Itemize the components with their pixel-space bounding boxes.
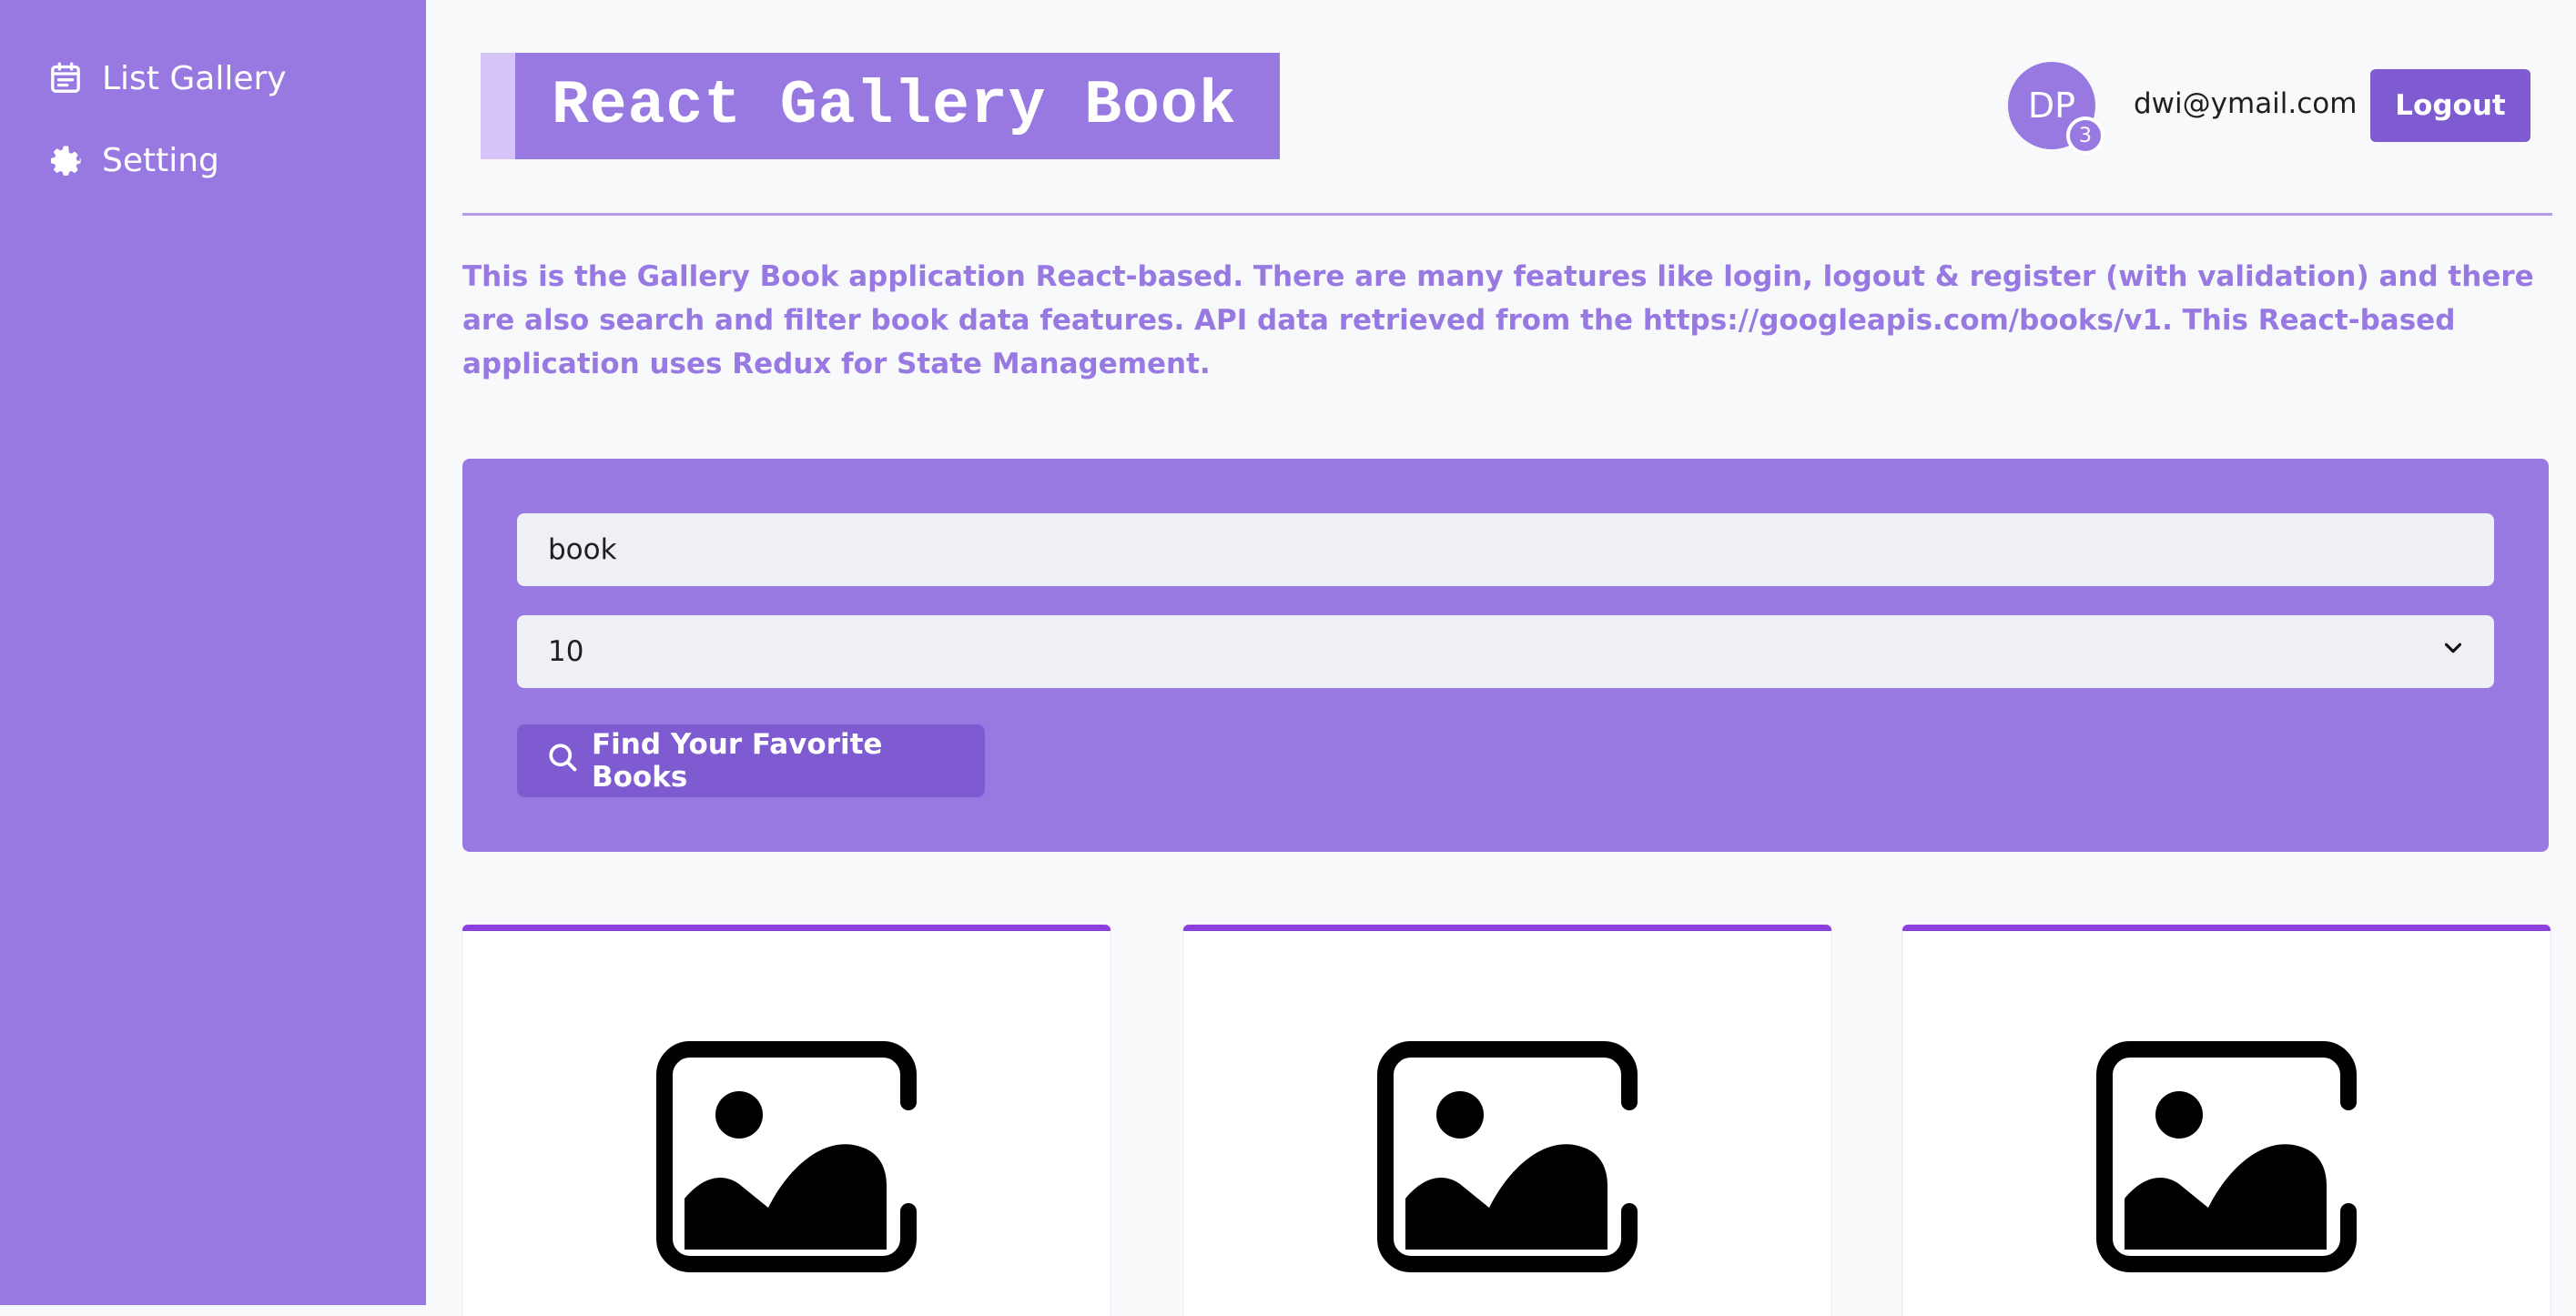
logout-button[interactable]: Logout bbox=[2370, 69, 2530, 142]
results-per-page-select[interactable]: 10 bbox=[517, 615, 2494, 688]
gear-icon bbox=[46, 140, 86, 180]
sidebar: List Gallery Setting bbox=[0, 0, 426, 1305]
book-card[interactable] bbox=[1183, 925, 1831, 1316]
header-divider bbox=[462, 213, 2552, 216]
app-description: This is the Gallery Book application Rea… bbox=[462, 260, 2534, 380]
search-icon bbox=[546, 741, 592, 781]
notification-badge: 3 bbox=[2066, 116, 2104, 155]
chevron-down-icon bbox=[2439, 634, 2467, 669]
page-title-banner: React Gallery Book bbox=[481, 53, 1280, 159]
image-placeholder-icon bbox=[654, 1038, 919, 1275]
main-content: React Gallery Book DP 3 dwi@ymail.com Lo… bbox=[426, 0, 2576, 1316]
find-books-button[interactable]: Find Your Favorite Books bbox=[517, 724, 985, 797]
image-placeholder-icon bbox=[1374, 1038, 1640, 1275]
select-value: 10 bbox=[548, 635, 584, 668]
sidebar-item-label: Setting bbox=[102, 141, 219, 179]
book-card[interactable] bbox=[1902, 925, 2551, 1316]
user-email: dwi@ymail.com bbox=[2134, 87, 2358, 120]
book-card[interactable] bbox=[462, 925, 1111, 1316]
sidebar-item-label: List Gallery bbox=[102, 59, 287, 97]
sidebar-item-list-gallery[interactable]: List Gallery bbox=[46, 58, 287, 98]
search-input[interactable] bbox=[517, 513, 2494, 586]
sidebar-item-setting[interactable]: Setting bbox=[46, 140, 219, 180]
image-placeholder-icon bbox=[2094, 1038, 2359, 1275]
calendar-list-icon bbox=[46, 58, 86, 98]
page-title: React Gallery Book bbox=[552, 71, 1237, 141]
find-books-label: Find Your Favorite Books bbox=[592, 728, 883, 794]
title-accent-bar bbox=[481, 53, 515, 159]
search-panel: 10 Find Your Favorite Books bbox=[462, 459, 2549, 852]
